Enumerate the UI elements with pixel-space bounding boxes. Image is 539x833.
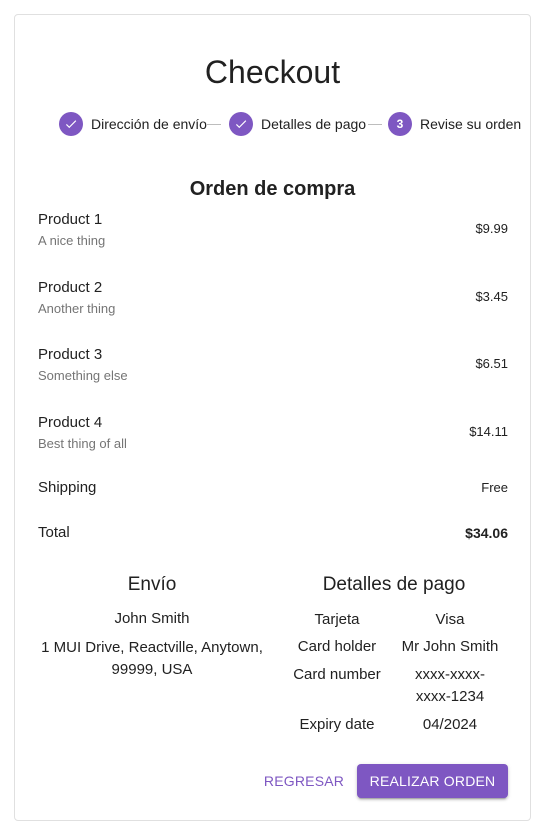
payment-key: Card holder xyxy=(297,638,377,655)
shipping-heading: Envío xyxy=(127,574,177,595)
product-name: Product 4 xyxy=(38,414,103,431)
product-description: A nice thing xyxy=(38,233,106,248)
product-description: Another thing xyxy=(38,301,116,316)
step-review-order[interactable]: 3 Revise su orden xyxy=(388,112,521,136)
product-name: Product 2 xyxy=(38,279,103,296)
payment-value: Visa xyxy=(435,611,465,628)
product-price: $6.51 xyxy=(475,356,508,371)
product-price: $3.45 xyxy=(475,289,508,304)
shipping-address: 1 MUI Drive, Reactville, Anytown, 99999,… xyxy=(41,639,263,678)
payment-heading: Detalles de pago xyxy=(322,574,466,595)
list-item: Product 2 Another thing $3.45 xyxy=(38,278,508,322)
step-connector xyxy=(368,124,382,125)
total-value: $34.06 xyxy=(465,525,508,541)
check-icon xyxy=(229,112,253,136)
page-title: Checkout xyxy=(204,54,341,90)
payment-value: xxxx-xxxx-xxxx-1234 xyxy=(415,666,485,705)
product-name: Product 1 xyxy=(38,211,103,228)
shipping-value: Free xyxy=(481,480,508,495)
total-label: Total xyxy=(38,524,70,541)
back-button[interactable]: Regresar xyxy=(258,764,350,798)
list-item: Product 3 Something else $6.51 xyxy=(38,345,508,389)
step-shipping-address[interactable]: Dirección de envío xyxy=(59,112,207,136)
payment-value: Mr John Smith xyxy=(401,638,499,655)
checkout-stepper: Dirección de envío Detalles de pago 3 Re… xyxy=(59,112,521,138)
check-icon xyxy=(59,112,83,136)
step-connector xyxy=(207,124,221,125)
payment-key: Expiry date xyxy=(299,716,375,733)
product-price: $9.99 xyxy=(475,221,508,236)
step-label: Detalles de pago xyxy=(261,116,367,132)
product-description: Best thing of all xyxy=(38,436,127,451)
product-price: $14.11 xyxy=(469,424,508,439)
shipping-label: Shipping xyxy=(38,479,97,496)
payment-key: Card number xyxy=(293,666,381,683)
product-name: Product 3 xyxy=(38,346,103,363)
shipping-name: John Smith xyxy=(114,610,190,627)
list-item: Product 1 A nice thing $9.99 xyxy=(38,210,508,254)
step-payment-details[interactable]: Detalles de pago xyxy=(229,112,366,136)
list-item: Product 4 Best thing of all $14.11 xyxy=(38,413,508,457)
product-description: Something else xyxy=(38,368,128,383)
step-number-icon: 3 xyxy=(388,112,412,136)
payment-value: 04/2024 xyxy=(422,716,478,733)
step-label: Revise su orden xyxy=(420,116,522,132)
shipping-section: Envío John Smith 1 MUI Drive, Reactville… xyxy=(38,573,266,681)
place-order-button[interactable]: Realizar orden xyxy=(357,764,508,798)
step-label: Dirección de envío xyxy=(91,116,207,132)
payment-key: Tarjeta xyxy=(314,611,360,628)
shipping-row: Shipping Free xyxy=(38,478,508,500)
total-row: Total $34.06 xyxy=(38,523,508,545)
step-number: 3 xyxy=(396,117,404,131)
order-summary-heading: Orden de compra xyxy=(189,178,356,200)
payment-section: Detalles de pago Tarjeta Visa Card holde… xyxy=(284,573,504,733)
